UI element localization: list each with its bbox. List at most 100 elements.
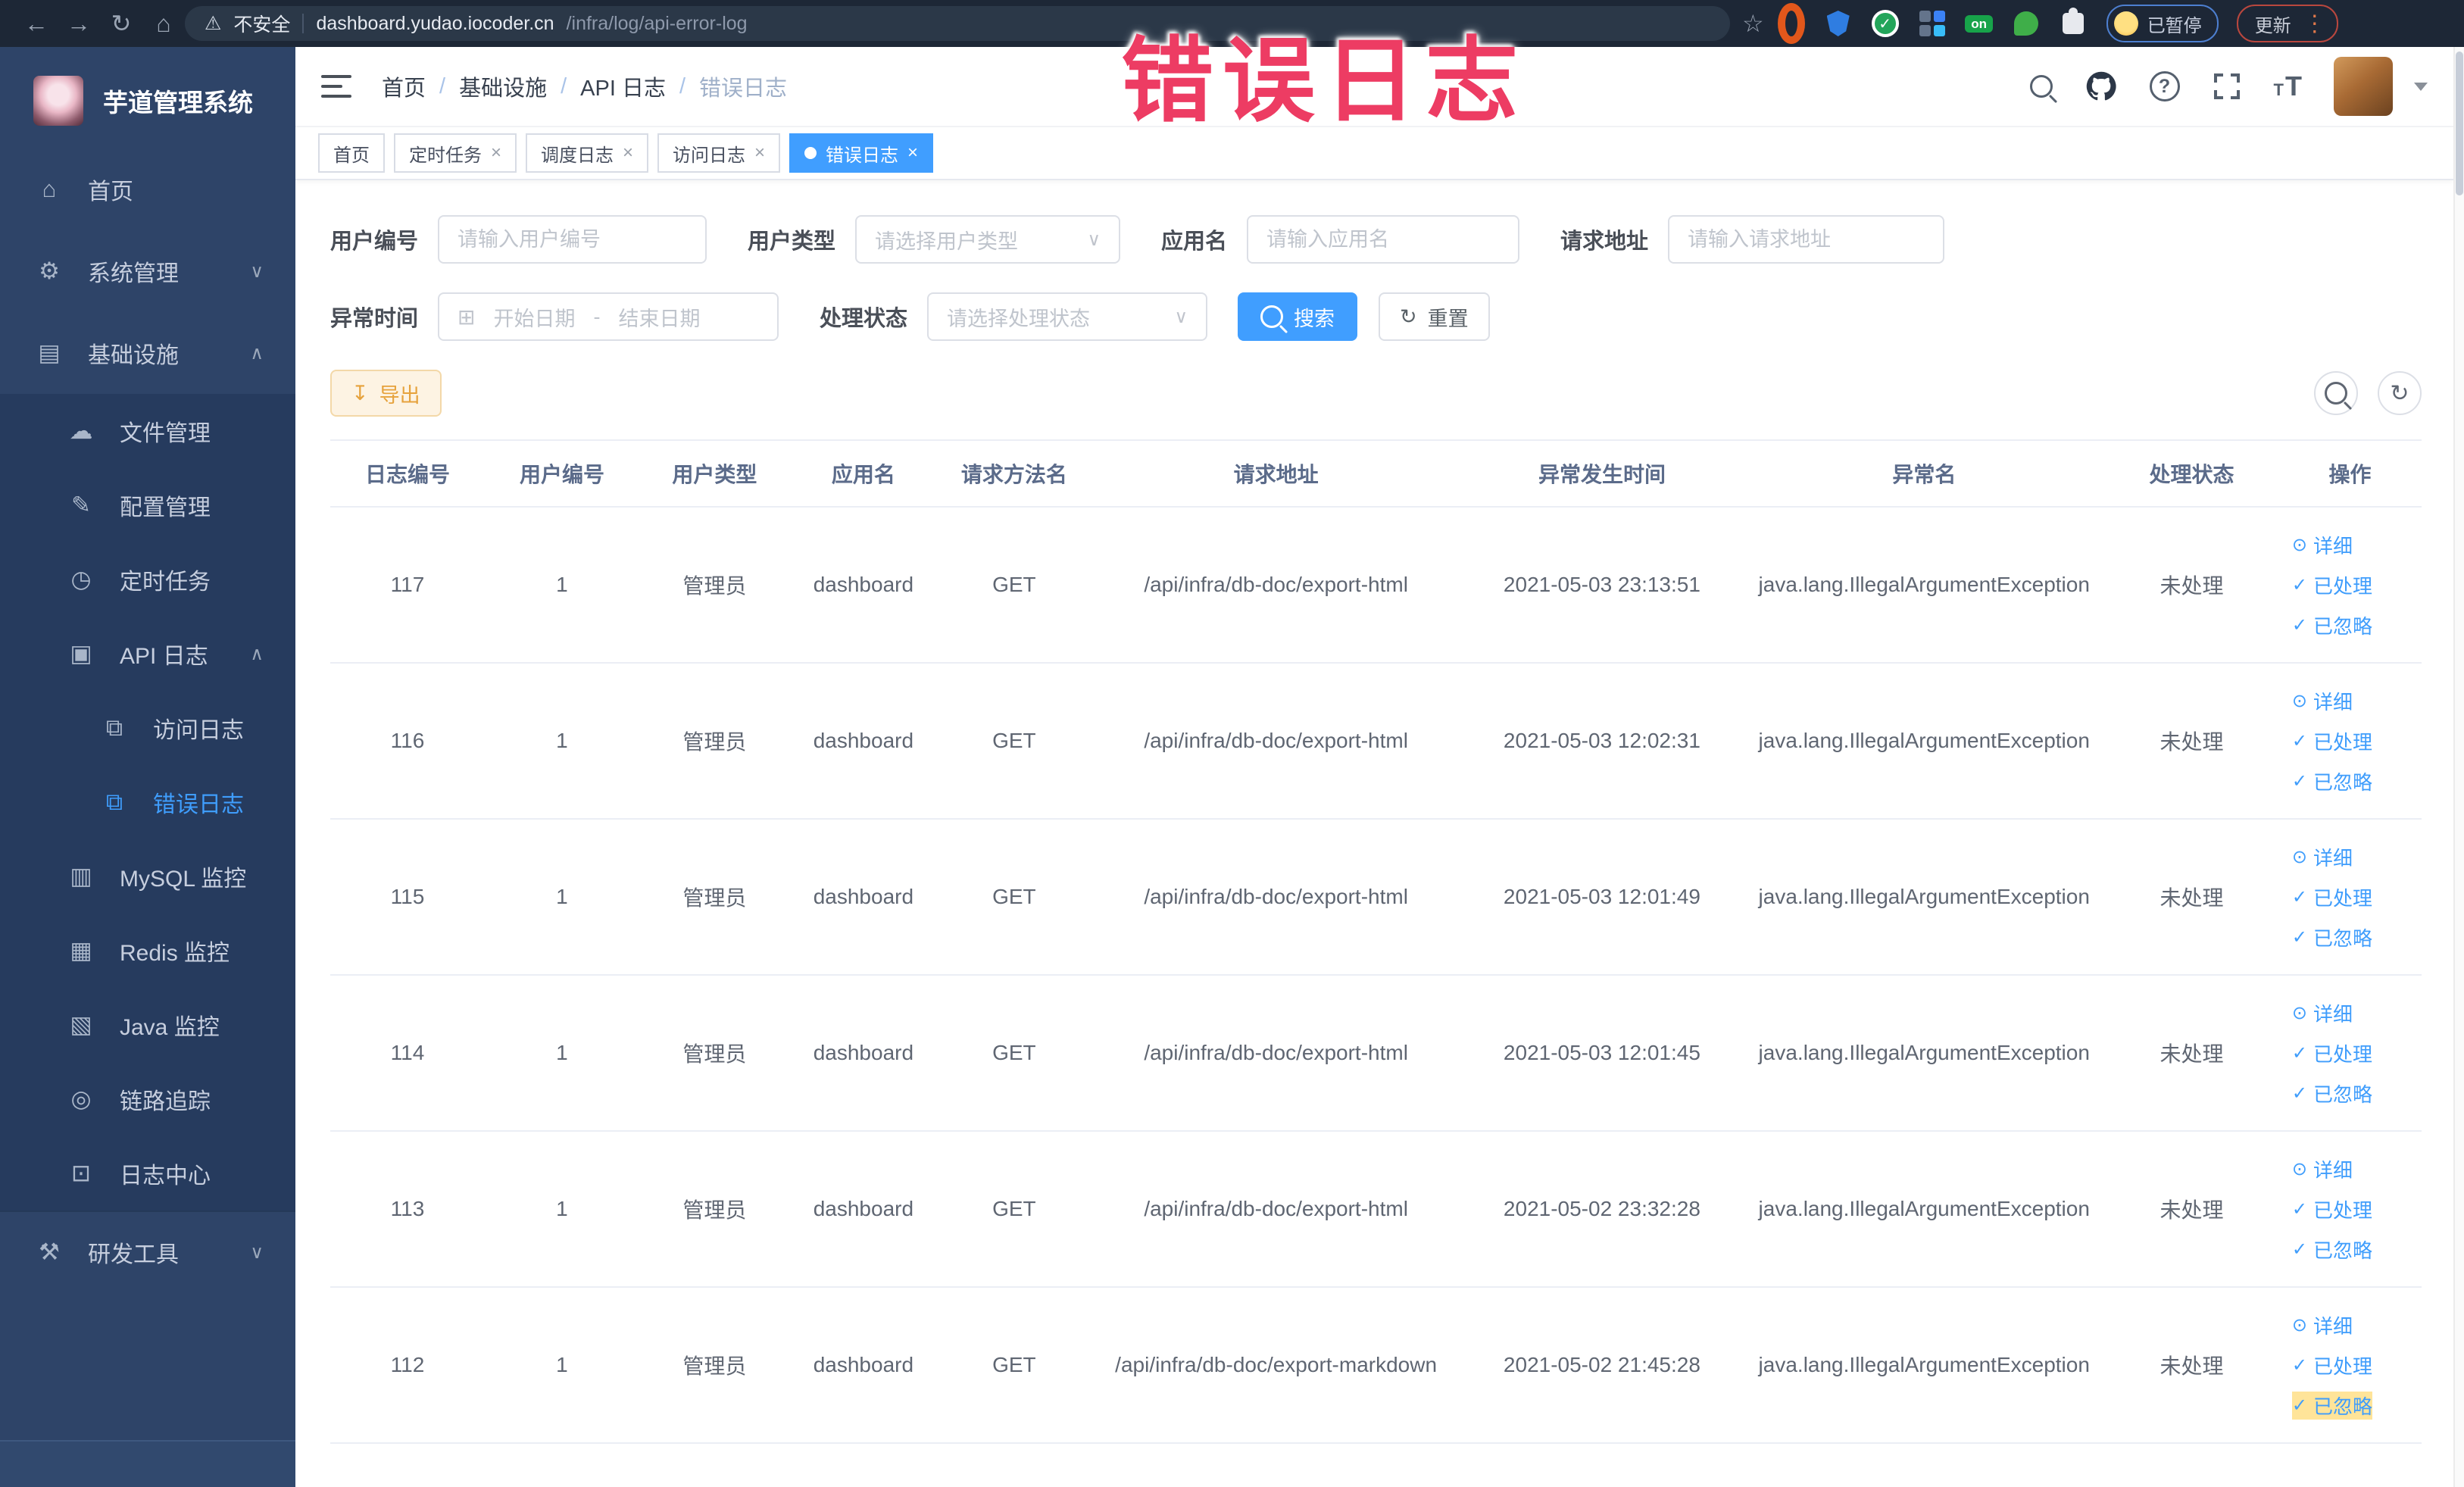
close-icon[interactable]: × xyxy=(491,142,501,164)
exception-time-range-picker[interactable]: ⊞ 开始日期 - 结束日期 xyxy=(438,292,779,341)
op-detail-link[interactable]: ⊙ 详细 xyxy=(2292,999,2353,1027)
sidebar-item-scheduled-jobs[interactable]: ◷ 定时任务 xyxy=(0,542,295,617)
operations-cell: ⊙ 详细 ✓ 已处理 ✓ 已忽略 xyxy=(2278,843,2422,951)
sidebar-item-mysql-monitor[interactable]: ▥ MySQL 监控 xyxy=(0,839,295,914)
op-processed-link[interactable]: ✓ 已处理 xyxy=(2292,1351,2372,1379)
refresh-table-button[interactable]: ↻ xyxy=(2378,371,2422,415)
op-ignored-link[interactable]: ✓ 已忽略 xyxy=(2292,611,2372,639)
check-icon: ✓ xyxy=(2291,1198,2307,1220)
sidebar-item-infrastructure[interactable]: ▤ 基础设施 ∧ xyxy=(0,312,295,394)
op-detail-link[interactable]: ⊙ 详细 xyxy=(2292,687,2353,715)
request-url-cell: /api/infra/db-doc/export-html xyxy=(1144,573,1408,596)
profile-paused-chip[interactable]: 已暂停 xyxy=(2106,5,2219,42)
tab-access-log[interactable]: 访问日志 × xyxy=(657,133,781,173)
op-ignored-link[interactable]: ✓ 已忽略 xyxy=(2292,923,2372,951)
hamburger-icon[interactable] xyxy=(321,75,351,98)
op-ignored-label: 已忽略 xyxy=(2313,1239,2372,1262)
sidebar-item-trace[interactable]: ◎ 链路追踪 xyxy=(0,1062,295,1136)
sidebar-logo[interactable]: 芋道管理系统 xyxy=(0,47,295,148)
breadcrumb-home[interactable]: 首页 xyxy=(382,70,426,102)
close-icon[interactable]: × xyxy=(623,142,633,164)
sidebar-item-access-log[interactable]: ⧉ 访问日志 xyxy=(0,691,295,765)
op-processed-link[interactable]: ✓ 已处理 xyxy=(2292,883,2372,911)
operations-cell: ⊙ 详细 ✓ 已处理 ✓ 已忽略 xyxy=(2278,1155,2422,1264)
close-icon[interactable]: × xyxy=(754,142,765,164)
fullscreen-icon[interactable] xyxy=(2212,71,2242,102)
process-status-select[interactable]: 请选择处理状态 ∨ xyxy=(927,292,1208,341)
sidebar-item-api-log[interactable]: ▣ API 日志 ∧ xyxy=(0,617,295,691)
app-name-input[interactable] xyxy=(1247,215,1520,264)
user-id-input[interactable] xyxy=(438,215,707,264)
sidebar-item-java-monitor[interactable]: ▧ Java 监控 xyxy=(0,988,295,1062)
op-detail-link[interactable]: ⊙ 详细 xyxy=(2292,843,2353,871)
op-processed-link[interactable]: ✓ 已处理 xyxy=(2292,1039,2372,1067)
java-icon: ▧ xyxy=(70,1011,92,1038)
op-processed-link[interactable]: ✓ 已处理 xyxy=(2292,571,2372,599)
sidebar-item-file-management[interactable]: ☁ 文件管理 xyxy=(0,394,295,468)
op-ignored-link[interactable]: ✓ 已忽略 xyxy=(2292,1236,2372,1264)
sidebar-item-home[interactable]: ⌂ 首页 xyxy=(0,148,295,230)
search-button[interactable]: 搜索 xyxy=(1238,292,1358,341)
extension-grid-icon[interactable] xyxy=(1919,10,1946,37)
toggle-search-button[interactable] xyxy=(2314,371,2358,415)
address-bar[interactable]: ⚠ 不安全 dashboard.yudao.iocoder.cn/infra/l… xyxy=(185,6,1730,41)
extension-leaf-icon[interactable] xyxy=(2013,10,2040,37)
close-icon[interactable]: × xyxy=(907,142,918,164)
help-icon[interactable]: ? xyxy=(2149,71,2180,102)
exception-name-cell: java.lang.IllegalArgumentException xyxy=(1758,1353,2090,1376)
op-ignored-link[interactable]: ✓ 已忽略 xyxy=(2291,1391,2372,1420)
github-icon[interactable] xyxy=(2085,70,2118,103)
bookmark-star-icon[interactable]: ☆ xyxy=(1742,9,1764,38)
breadcrumb-api-log[interactable]: API 日志 xyxy=(580,70,666,102)
redis-icon: ▦ xyxy=(70,937,92,964)
tab-schedule-log[interactable]: 调度日志 × xyxy=(526,133,649,173)
scrollbar-thumb[interactable] xyxy=(2456,52,2463,195)
export-button[interactable]: ↧ 导出 xyxy=(330,370,442,417)
browser-menu-kebab-icon[interactable]: ⋮ xyxy=(2303,11,2326,37)
op-processed-label: 已处理 xyxy=(2313,886,2372,910)
user-avatar[interactable] xyxy=(2334,57,2393,116)
tab-scheduled-jobs[interactable]: 定时任务 × xyxy=(394,133,517,173)
tab-home[interactable]: 首页 xyxy=(318,133,385,173)
extension-orange-donut-icon[interactable] xyxy=(1777,3,1805,44)
sidebar-item-system-management[interactable]: ⚙ 系统管理 ∨ xyxy=(0,230,295,312)
breadcrumb-infrastructure[interactable]: 基础设施 xyxy=(459,70,547,102)
sidebar-item-log-center[interactable]: ⊡ 日志中心 xyxy=(0,1136,295,1211)
font-size-icon[interactable]: TT xyxy=(2274,70,2302,102)
request-url-input[interactable] xyxy=(1668,215,1945,264)
extension-blue-shield-icon[interactable] xyxy=(1825,10,1852,37)
browser-forward-icon[interactable]: → xyxy=(58,10,100,38)
op-detail-link[interactable]: ⊙ 详细 xyxy=(2292,1311,2353,1339)
op-processed-link[interactable]: ✓ 已处理 xyxy=(2292,727,2372,755)
op-detail-link[interactable]: ⊙ 详细 xyxy=(2292,531,2353,559)
table-toolbar: ↧ 导出 ↻ xyxy=(330,370,2422,417)
extensions-puzzle-icon[interactable] xyxy=(2060,8,2087,37)
sidebar-item-redis-monitor[interactable]: ▦ Redis 监控 xyxy=(0,914,295,988)
extension-on-badge-icon[interactable]: on xyxy=(1965,10,1994,37)
op-processed-label: 已处理 xyxy=(2313,730,2372,754)
column-header: 应用名 xyxy=(831,463,895,486)
calendar-icon: ⊞ xyxy=(458,305,476,329)
avatar-caret-down-icon[interactable] xyxy=(2414,82,2428,91)
op-ignored-link[interactable]: ✓ 已忽略 xyxy=(2292,767,2372,795)
extension-green-check-icon[interactable]: ✓ xyxy=(1871,10,1899,37)
tab-error-log[interactable]: 错误日志 × xyxy=(789,133,934,173)
user-type-select[interactable]: 请选择用户类型 ∨ xyxy=(855,215,1121,264)
browser-reload-icon[interactable]: ↻ xyxy=(100,9,142,38)
page-scrollbar[interactable] xyxy=(2453,47,2464,1487)
sidebar-item-error-log[interactable]: ⧉ 错误日志 xyxy=(0,765,295,839)
op-detail-label: 详细 xyxy=(2313,690,2353,714)
app-name-cell: dashboard xyxy=(813,885,914,908)
reset-button[interactable]: ↻ 重置 xyxy=(1379,292,1490,341)
browser-back-icon[interactable]: ← xyxy=(15,10,58,38)
op-ignored-link[interactable]: ✓ 已忽略 xyxy=(2292,1079,2372,1107)
sidebar-item-dev-tools[interactable]: ⚒ 研发工具 ∨ xyxy=(0,1211,295,1292)
breadcrumb-separator: / xyxy=(679,73,686,98)
browser-update-button[interactable]: 更新 ⋮ xyxy=(2236,5,2338,42)
op-processed-link[interactable]: ✓ 已处理 xyxy=(2292,1195,2372,1223)
sidebar-item-config-management[interactable]: ✎ 配置管理 xyxy=(0,468,295,542)
tab-label: 调度日志 xyxy=(541,145,614,166)
op-detail-link[interactable]: ⊙ 详细 xyxy=(2292,1155,2353,1183)
browser-home-icon[interactable]: ⌂ xyxy=(142,10,185,38)
search-icon[interactable] xyxy=(2029,75,2053,98)
